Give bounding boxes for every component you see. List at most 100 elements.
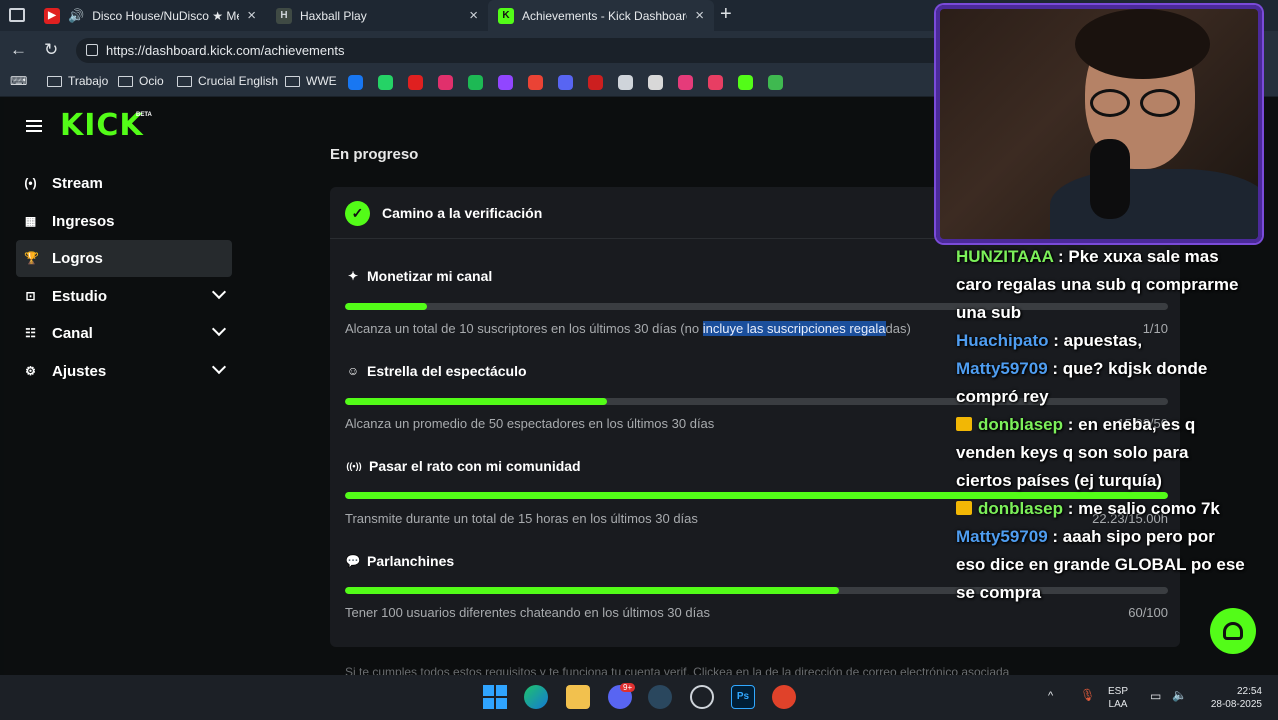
- nav-ajustes[interactable]: ⚙ Ajustes: [16, 353, 232, 390]
- tab-achievements[interactable]: K Achievements - Kick Dashboard ×: [488, 0, 714, 31]
- chat-separator: :: [1047, 359, 1063, 378]
- steam-icon[interactable]: [648, 685, 672, 709]
- volume-icon[interactable]: 🔈: [1172, 689, 1187, 702]
- card-title: Camino a la verificación: [382, 205, 543, 221]
- chevron-up-icon[interactable]: ^: [1048, 690, 1053, 703]
- bookmark-site-icon[interactable]: [498, 75, 513, 90]
- stream-icon: (•): [24, 176, 37, 190]
- chat-username[interactable]: Matty59709: [956, 359, 1048, 378]
- chevron-down-icon[interactable]: [211, 359, 227, 375]
- obs-icon[interactable]: [690, 685, 714, 709]
- nav-ingresos[interactable]: ▦ Ingresos: [16, 203, 232, 240]
- chevron-down-icon[interactable]: [211, 284, 227, 300]
- bookmark-folder-trabajo[interactable]: Trabajo: [47, 74, 108, 88]
- screen: { "browser": { "tabs": [ {"title": "Disc…: [0, 0, 1278, 720]
- menu-icon[interactable]: [26, 120, 42, 132]
- windows-start-icon[interactable]: [483, 685, 507, 709]
- chat-username[interactable]: donblasep: [978, 415, 1063, 434]
- support-button[interactable]: [1210, 608, 1256, 654]
- nav-logros[interactable]: 🏆 Logros: [16, 240, 232, 277]
- bookmark-site-icon[interactable]: [588, 75, 603, 90]
- achievement-name: 💬 Parlanchines: [345, 553, 455, 569]
- chat-username[interactable]: donblasep: [978, 499, 1063, 518]
- chat-username[interactable]: Huachipato: [956, 331, 1049, 350]
- achievement-description: Transmite durante un total de 15 horas e…: [345, 511, 698, 526]
- broadcast-icon: ((•)): [346, 461, 362, 471]
- viewers-icon: ☺: [346, 364, 360, 378]
- achievement-title: Estrella del espectáculo: [367, 363, 527, 379]
- language-indicator[interactable]: ESP LAA: [1108, 685, 1128, 711]
- bookmark-site-icon[interactable]: [408, 75, 423, 90]
- chat-message: Matty59709 : aaah sipo pero por eso dice…: [956, 523, 1246, 607]
- tab-disco[interactable]: ▶ 🔊 Disco House/NuDisco ★ Mé ×: [34, 0, 266, 31]
- bookmark-site-icon[interactable]: [618, 75, 633, 90]
- revenue-icon: ▦: [24, 214, 37, 228]
- microphone-icon[interactable]: 🎙: [1080, 689, 1095, 702]
- bookmark-site-icon[interactable]: [738, 75, 753, 90]
- achievement-description: Alcanza un total de 10 suscriptores en l…: [345, 321, 911, 336]
- webcam-person-hair: [1075, 9, 1210, 79]
- headset-icon: [1223, 622, 1243, 640]
- achievement-count: 60/100: [1128, 605, 1168, 620]
- ea-icon[interactable]: [772, 685, 796, 709]
- apps-icon[interactable]: ⌨: [10, 74, 27, 88]
- bookmark-folder-crucial-english[interactable]: Crucial English: [177, 74, 278, 88]
- bookmark-site-icon[interactable]: [708, 75, 723, 90]
- new-tab-button[interactable]: +: [720, 4, 732, 24]
- achievement-title: Parlanchines: [367, 553, 455, 569]
- file-explorer-icon[interactable]: [566, 685, 590, 709]
- achievement-title: Monetizar mi canal: [367, 268, 493, 284]
- network-icon[interactable]: ▭: [1150, 690, 1161, 703]
- chat-text: apuestas,: [1063, 331, 1143, 350]
- chat-message: donblasep : me salio como 7k: [956, 495, 1246, 523]
- bookmark-label: Ocio: [139, 74, 164, 88]
- nav-stream[interactable]: (•) Stream: [16, 165, 232, 202]
- reload-icon[interactable]: ↻: [44, 40, 58, 60]
- audio-icon[interactable]: 🔊: [68, 8, 84, 24]
- back-icon[interactable]: ←: [10, 40, 27, 60]
- close-tab-icon[interactable]: ×: [469, 7, 478, 24]
- bookmark-site-icon[interactable]: [678, 75, 693, 90]
- bookmark-folder-ocio[interactable]: Ocio: [118, 74, 164, 88]
- achievement-description: Alcanza un promedio de 50 espectadores e…: [345, 416, 715, 431]
- bookmark-site-icon[interactable]: [768, 75, 783, 90]
- bookmark-site-icon[interactable]: [378, 75, 393, 90]
- bookmark-site-icon[interactable]: [648, 75, 663, 90]
- achievement-name: ((•)) Pasar el rato con mi comunidad: [345, 458, 580, 474]
- chat-separator: :: [1063, 415, 1079, 434]
- nav-label: Estudio: [52, 288, 107, 305]
- url-field[interactable]: https://dashboard.kick.com/achievements: [76, 38, 956, 63]
- selected-text: incluye las suscripciones regala: [702, 321, 886, 336]
- photoshop-icon[interactable]: Ps: [731, 685, 755, 709]
- chevron-down-icon[interactable]: [211, 321, 227, 337]
- chat-message: donblasep : en eneba, es q venden keys q…: [956, 411, 1246, 495]
- nav-estudio[interactable]: ⊡ Estudio: [16, 278, 232, 315]
- bookmark-label: Crucial English: [198, 74, 279, 88]
- bookmark-folder-wwe[interactable]: WWE: [285, 74, 337, 88]
- studio-icon: ⊡: [25, 289, 36, 303]
- tab-haxball[interactable]: H Haxball Play ×: [266, 0, 488, 31]
- webcam-microphone: [1090, 139, 1130, 219]
- description-text: Alcanza un total de 10 suscriptores en l…: [345, 321, 703, 336]
- close-tab-icon[interactable]: ×: [695, 7, 704, 24]
- chat-bubble-icon: 💬: [345, 554, 361, 568]
- chat-username[interactable]: Matty59709: [956, 527, 1048, 546]
- site-info-icon[interactable]: [86, 44, 98, 56]
- clock[interactable]: 22:54 28-08-2025: [1198, 685, 1262, 711]
- bookmark-site-icon[interactable]: [468, 75, 483, 90]
- edge-icon[interactable]: [524, 685, 548, 709]
- close-tab-icon[interactable]: ×: [247, 7, 256, 24]
- bookmark-site-icon[interactable]: [558, 75, 573, 90]
- chat-message: Huachipato : apuestas,: [956, 327, 1246, 355]
- nav-label: Canal: [52, 325, 93, 342]
- window-menu-icon[interactable]: [9, 8, 25, 22]
- kick-logo[interactable]: KICK: [60, 108, 144, 143]
- chat-username[interactable]: HUNZITAAA: [956, 247, 1053, 266]
- achievement-name: ✦ Monetizar mi canal: [345, 268, 492, 284]
- bookmark-site-icon[interactable]: [438, 75, 453, 90]
- bookmark-site-icon[interactable]: [348, 75, 363, 90]
- progress-fill: [345, 587, 839, 594]
- section-title: En progreso: [330, 146, 419, 163]
- nav-canal[interactable]: ☷ Canal: [16, 315, 232, 352]
- bookmark-site-icon[interactable]: [528, 75, 543, 90]
